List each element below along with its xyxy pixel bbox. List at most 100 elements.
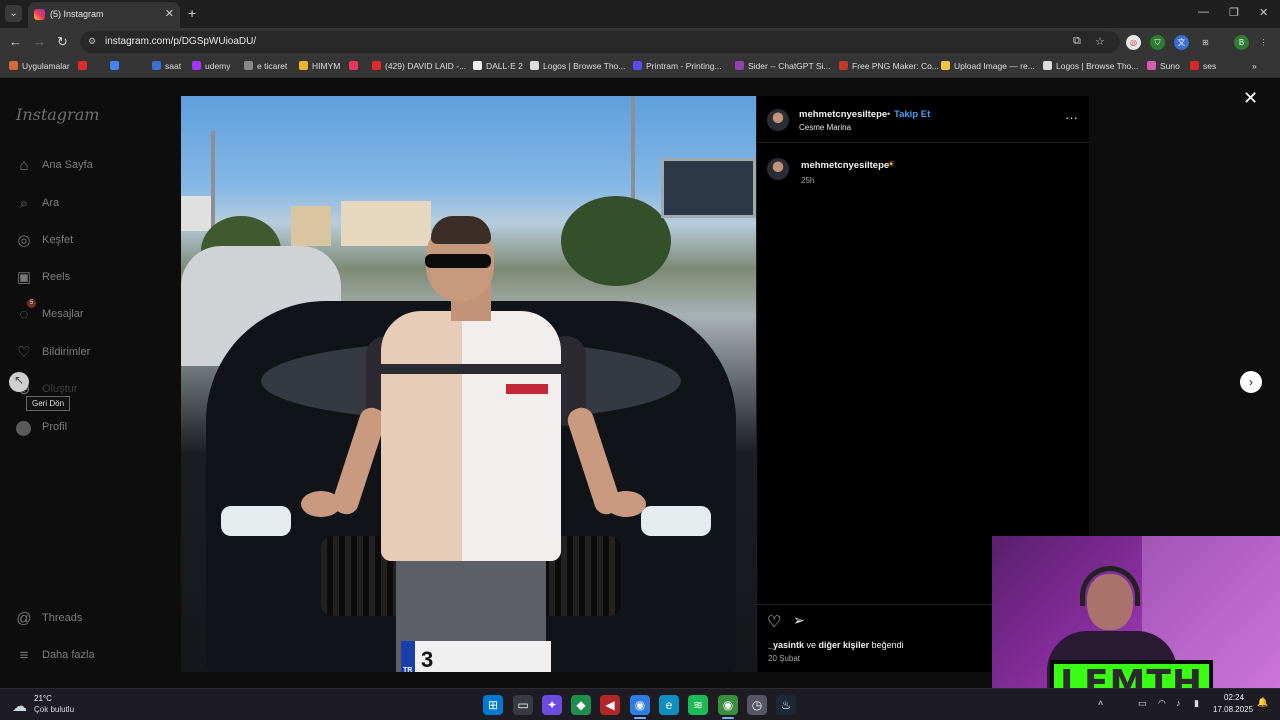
chrome-profile-icon[interactable]: ◉ bbox=[718, 695, 738, 715]
compass-icon: ◎ bbox=[17, 232, 31, 249]
extension-red-icon[interactable]: ◎ bbox=[1126, 35, 1141, 50]
sidebar-item-reels[interactable]: ▣ Reels bbox=[14, 266, 164, 290]
bookmarks-overflow-icon[interactable]: » bbox=[1252, 61, 1257, 71]
bookmark-item[interactable]: (429) DAVID LAID -... bbox=[372, 61, 466, 71]
bookmark-item[interactable]: Logos | Browse Tho... bbox=[530, 61, 625, 71]
hand-left bbox=[301, 491, 341, 517]
battery-icon[interactable]: ▮ bbox=[1194, 698, 1199, 709]
clock-date[interactable]: 17.08.2025 bbox=[1213, 705, 1253, 714]
bookmark-item[interactable]: udemy bbox=[192, 61, 231, 71]
bookmark-item[interactable] bbox=[110, 61, 123, 71]
clock-time[interactable]: 02:24 bbox=[1224, 693, 1244, 702]
bookmark-item[interactable] bbox=[349, 61, 362, 71]
back-circle-icon[interactable]: ↖ bbox=[9, 372, 29, 392]
app-green-icon[interactable]: ◆ bbox=[571, 695, 591, 715]
bookmark-item[interactable]: Printram - Printing... bbox=[633, 61, 722, 71]
site-info-icon[interactable]: ⚙ bbox=[88, 36, 96, 47]
chrome-icon[interactable]: ◉ bbox=[630, 695, 650, 715]
wifi-icon[interactable]: ◠ bbox=[1158, 698, 1166, 709]
sidebar-item-profile[interactable]: Profil bbox=[14, 416, 164, 440]
sidebar-item-messenger[interactable]: ◌ 5 Mesajlar bbox=[14, 299, 164, 327]
bookmark-item[interactable]: Suno bbox=[1147, 61, 1180, 71]
notification-icon[interactable]: 🔔 bbox=[1257, 697, 1268, 708]
copilot-icon[interactable]: ✦ bbox=[542, 695, 562, 715]
post-photo[interactable]: TR 3 bbox=[181, 96, 756, 672]
volume-icon[interactable]: ♪ bbox=[1176, 698, 1181, 708]
bookmark-favicon-icon bbox=[1147, 61, 1156, 70]
weather-cloud-icon[interactable]: ☁ bbox=[12, 697, 27, 715]
extension-shield-icon[interactable]: ⛉ bbox=[1150, 35, 1165, 50]
bookmark-favicon-icon bbox=[244, 61, 253, 70]
windows-start-icon[interactable]: ⊞ bbox=[483, 695, 503, 715]
bookmark-item[interactable]: Upload Image — re... bbox=[941, 61, 1035, 71]
sidebar-item-search[interactable]: ⌕ Ara bbox=[14, 192, 164, 216]
bookmark-favicon-icon bbox=[941, 61, 950, 70]
sidebar-item-heart[interactable]: ♡ Bildirimler bbox=[14, 341, 164, 365]
messenger-icon: ◌ bbox=[19, 306, 29, 323]
edge-icon[interactable]: e bbox=[659, 695, 679, 715]
author-username[interactable]: mehmetcnyesiltepe bbox=[799, 109, 887, 120]
minimize-icon[interactable]: — bbox=[1198, 6, 1209, 18]
extension-translate-icon[interactable]: 文 bbox=[1174, 35, 1189, 50]
tab-close-icon[interactable]: ✕ bbox=[165, 7, 174, 20]
instagram-logo[interactable]: Instagram bbox=[16, 105, 99, 124]
sidebar-item-compass[interactable]: ◎ Keşfet bbox=[14, 229, 164, 253]
bookmark-item[interactable]: Logos | Browse Tho... bbox=[1043, 61, 1138, 71]
bookmark-item[interactable]: e ticaret bbox=[244, 61, 287, 71]
like-heart-icon[interactable]: ♡ bbox=[767, 612, 781, 632]
tab-search-icon[interactable]: ⌄ bbox=[5, 5, 22, 22]
sidebar-item-label: Ana Sayfa bbox=[42, 159, 93, 171]
address-url[interactable]: instagram.com/p/DGSpWUioaDU/ bbox=[105, 36, 256, 47]
reload-icon[interactable]: ↻ bbox=[57, 34, 68, 50]
home-icon: ⌂ bbox=[19, 157, 29, 174]
bookmark-label: e ticaret bbox=[257, 61, 288, 71]
sidebar-item-threads[interactable]: @ Threads bbox=[14, 607, 164, 631]
bookmark-item[interactable]: Uygulamalar bbox=[9, 61, 70, 71]
caption-avatar[interactable] bbox=[767, 158, 789, 180]
forward-icon[interactable]: → bbox=[33, 34, 46, 49]
browser-tab-instagram[interactable]: (5) Instagram ✕ bbox=[28, 2, 180, 28]
bookmark-item[interactable]: ses bbox=[1190, 61, 1216, 71]
app-clock-icon[interactable]: ◷ bbox=[747, 695, 767, 715]
weather-temp[interactable]: 21°C bbox=[34, 694, 52, 703]
more-options-icon[interactable]: ··· bbox=[1065, 110, 1078, 125]
sidebar-item-home[interactable]: ⌂ Ana Sayfa bbox=[14, 154, 164, 178]
sidebar-item-menu[interactable]: ≡ Daha fazla bbox=[14, 644, 164, 668]
post-date: 20 Şubat bbox=[768, 654, 801, 663]
likes-user[interactable]: _yasintk bbox=[768, 640, 804, 650]
taskbar: ☁ 21°C Çok bulutlu ⊞ ▭ ✦ ◆ ◀ ◉ e ≋ ◉ ◷ ♨ ˄ ▭ ◠ ♪ ▮… bbox=[0, 688, 1280, 720]
browser-menu-icon[interactable]: ⋮ bbox=[1256, 35, 1271, 50]
author-avatar[interactable] bbox=[767, 109, 789, 131]
profile-avatar-icon[interactable]: B bbox=[1234, 35, 1249, 50]
install-app-icon[interactable]: ⧉ bbox=[1073, 35, 1081, 48]
bookmark-item[interactable]: DALL·E 2 bbox=[473, 61, 523, 71]
bookmark-item[interactable]: saat bbox=[152, 61, 181, 71]
post-location[interactable]: Cesme Marina bbox=[799, 123, 851, 132]
tray-chevron-icon[interactable]: ˄ bbox=[1098, 698, 1103, 708]
restore-icon[interactable]: ❐ bbox=[1229, 6, 1239, 19]
close-modal-icon[interactable]: ✕ bbox=[1243, 88, 1258, 109]
next-post-icon[interactable]: › bbox=[1240, 371, 1262, 393]
likes-others[interactable]: diğer kişiler bbox=[819, 640, 870, 650]
task-view-icon[interactable]: ▭ bbox=[513, 695, 533, 715]
tray-app-icon[interactable]: ▭ bbox=[1138, 698, 1147, 709]
bookmark-item[interactable]: HIMYM bbox=[299, 61, 340, 71]
bookmark-item[interactable]: Sider -- ChatGPT Si... bbox=[735, 61, 831, 71]
steam-icon[interactable]: ♨ bbox=[776, 695, 796, 715]
weather-desc[interactable]: Çok bulutlu bbox=[34, 705, 74, 714]
new-tab-icon[interactable]: + bbox=[188, 5, 196, 21]
address-bar[interactable]: ⚙ instagram.com/p/DGSpWUioaDU/ ⧉ ☆ bbox=[80, 31, 1120, 53]
extensions-puzzle-icon[interactable]: ⊞ bbox=[1198, 35, 1213, 50]
messages-badge: 5 bbox=[27, 299, 36, 308]
back-icon[interactable]: ← bbox=[9, 34, 22, 49]
spotify-icon[interactable]: ≋ bbox=[688, 695, 708, 715]
window-close-icon[interactable]: ✕ bbox=[1259, 6, 1268, 19]
bookmark-star-icon[interactable]: ☆ bbox=[1095, 35, 1105, 48]
caption-username[interactable]: mehmetcnyesiltepe bbox=[801, 160, 889, 171]
share-send-icon[interactable]: ➢ bbox=[793, 612, 805, 629]
bookmark-item[interactable] bbox=[78, 61, 91, 71]
app-red-icon[interactable]: ◀ bbox=[600, 695, 620, 715]
bookmark-item[interactable]: Free PNG Maker: Co... bbox=[839, 61, 939, 71]
follow-button[interactable]: Takip Et bbox=[894, 109, 930, 120]
bookmark-favicon-icon bbox=[9, 61, 18, 70]
